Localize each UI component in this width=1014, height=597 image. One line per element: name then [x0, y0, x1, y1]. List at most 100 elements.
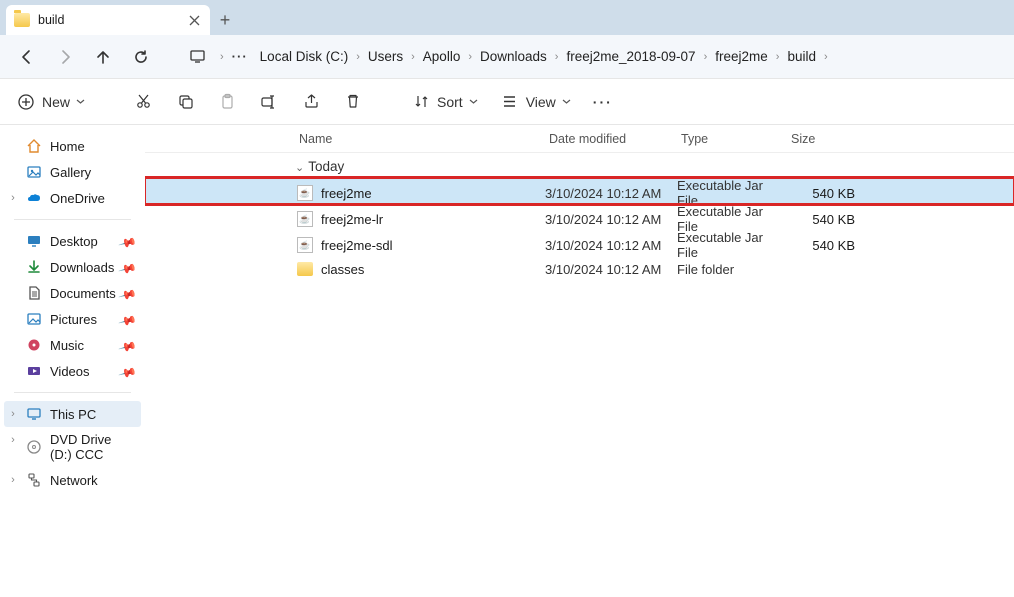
folder-icon: [297, 262, 313, 276]
delete-button[interactable]: [341, 88, 365, 116]
group-header[interactable]: ⌄Today: [145, 153, 1014, 178]
sidebar-item-icon: [26, 439, 42, 455]
chevron-right-icon[interactable]: ›: [553, 51, 561, 63]
sidebar-item[interactable]: Music📌: [4, 332, 141, 358]
file-row[interactable]: ☕freej2me-sdl3/10/2024 10:12 AMExecutabl…: [145, 230, 1014, 256]
breadcrumb-item[interactable]: freej2me_2018-09-07: [560, 45, 701, 68]
trash-icon: [343, 92, 363, 112]
breadcrumb-item[interactable]: build: [781, 45, 822, 68]
sidebar-item-label: Documents: [50, 286, 116, 301]
sidebar-item-icon: [26, 164, 42, 180]
chevron-right-icon[interactable]: ›: [354, 51, 362, 63]
sidebar-item[interactable]: Home: [4, 133, 141, 159]
sidebar-item-icon: [26, 363, 42, 379]
cut-icon: [133, 92, 153, 112]
address-bar: › ··· Local Disk (C:)›Users›Apollo›Downl…: [0, 35, 1014, 79]
file-date: 3/10/2024 10:12 AM: [545, 212, 677, 227]
sidebar-separator: [14, 392, 131, 393]
column-type-header[interactable]: Type: [677, 132, 787, 146]
sort-button[interactable]: Sort: [409, 88, 480, 116]
breadcrumb-item[interactable]: Users: [362, 45, 409, 68]
chevron-right-icon[interactable]: ›: [702, 51, 710, 63]
back-button[interactable]: [10, 40, 44, 74]
overflow-crumb-icon[interactable]: ···: [230, 40, 250, 74]
window-tab[interactable]: build: [6, 5, 210, 35]
new-button[interactable]: New: [14, 88, 87, 116]
sidebar-item[interactable]: Desktop📌: [4, 228, 141, 254]
file-list-area: Name Date modified Type Size ⌄Today ☕fre…: [145, 125, 1014, 597]
sidebar-item[interactable]: › DVD Drive (D:) CCC: [4, 427, 141, 467]
view-icon: [500, 92, 520, 112]
chevron-right-icon[interactable]: ›: [409, 51, 417, 63]
file-row[interactable]: classes3/10/2024 10:12 AMFile folder: [145, 256, 1014, 282]
column-name-header[interactable]: Name: [295, 132, 545, 146]
file-date: 3/10/2024 10:12 AM: [545, 186, 677, 201]
chevron-right-icon[interactable]: ›: [6, 474, 20, 486]
file-name: freej2me-sdl: [321, 238, 393, 253]
file-name: classes: [321, 262, 364, 277]
sidebar-item-label: Downloads: [50, 260, 114, 275]
more-button[interactable]: ···: [591, 90, 615, 114]
cut-button[interactable]: [131, 88, 155, 116]
share-icon: [301, 92, 321, 112]
breadcrumb-item[interactable]: Apollo: [417, 45, 467, 68]
sidebar-item[interactable]: › OneDrive: [4, 185, 141, 211]
column-size-header[interactable]: Size: [787, 132, 859, 146]
pc-icon[interactable]: [180, 40, 214, 74]
sidebar-item-icon: [26, 285, 42, 301]
copy-button[interactable]: [173, 88, 197, 116]
paste-button[interactable]: [215, 88, 239, 116]
tab-bar: build +: [0, 0, 1014, 35]
sidebar-item[interactable]: Documents📌: [4, 280, 141, 306]
add-tab-button[interactable]: +: [210, 5, 240, 35]
sidebar-item[interactable]: Downloads📌: [4, 254, 141, 280]
breadcrumb-item[interactable]: freej2me: [709, 45, 774, 68]
breadcrumb-item[interactable]: Downloads: [474, 45, 553, 68]
chevron-right-icon[interactable]: ›: [822, 51, 830, 63]
sidebar-item-label: Pictures: [50, 312, 97, 327]
forward-button[interactable]: [48, 40, 82, 74]
chevron-right-icon[interactable]: ›: [774, 51, 782, 63]
chevron-right-icon[interactable]: ›: [6, 408, 20, 420]
file-row[interactable]: ☕freej2me3/10/2024 10:12 AMExecutable Ja…: [145, 178, 1014, 204]
sidebar-item[interactable]: Gallery: [4, 159, 141, 185]
file-size: 540 KB: [787, 238, 859, 253]
pin-icon: 📌: [118, 337, 138, 357]
breadcrumb-item[interactable]: Local Disk (C:): [254, 45, 355, 68]
column-headers[interactable]: Name Date modified Type Size: [145, 125, 1014, 153]
file-size: 540 KB: [787, 186, 859, 201]
chevron-down-icon: [469, 97, 478, 106]
sidebar-item-label: OneDrive: [50, 191, 105, 206]
sidebar-item-label: Desktop: [50, 234, 98, 249]
file-row[interactable]: ☕freej2me-lr3/10/2024 10:12 AMExecutable…: [145, 204, 1014, 230]
refresh-button[interactable]: [124, 40, 158, 74]
file-type: Executable Jar File: [677, 230, 787, 260]
sidebar-item[interactable]: › Network: [4, 467, 141, 493]
chevron-right-icon[interactable]: ›: [6, 192, 20, 204]
sidebar-item-label: Network: [50, 473, 98, 488]
sidebar-item-label: DVD Drive (D:) CCC: [50, 432, 135, 462]
sidebar-item-icon: [26, 337, 42, 353]
up-button[interactable]: [86, 40, 120, 74]
folder-icon: [14, 13, 30, 27]
share-button[interactable]: [299, 88, 323, 116]
sidebar-item-label: Videos: [50, 364, 90, 379]
chevron-right-icon[interactable]: ›: [6, 434, 20, 446]
chevron-down-icon: [76, 97, 85, 106]
new-icon: [16, 92, 36, 112]
view-button[interactable]: View: [498, 88, 573, 116]
sidebar-item[interactable]: Pictures 📌: [4, 306, 141, 332]
main-area: HomeGallery›OneDrive Desktop📌Downloads📌D…: [0, 125, 1014, 597]
chevron-right-icon[interactable]: ›: [218, 51, 226, 63]
chevron-right-icon[interactable]: ›: [466, 51, 474, 63]
sidebar-item-icon: [26, 472, 42, 488]
jar-file-icon: ☕: [297, 211, 313, 227]
breadcrumb: Local Disk (C:)›Users›Apollo›Downloads›f…: [254, 45, 830, 68]
pin-icon: 📌: [118, 311, 138, 331]
sidebar-item[interactable]: Videos📌: [4, 358, 141, 384]
rename-button[interactable]: [257, 88, 281, 116]
sidebar-item-icon: [26, 406, 42, 422]
column-date-header[interactable]: Date modified: [545, 132, 677, 146]
close-tab-icon[interactable]: [186, 12, 202, 28]
sidebar-item[interactable]: ›This PC: [4, 401, 141, 427]
